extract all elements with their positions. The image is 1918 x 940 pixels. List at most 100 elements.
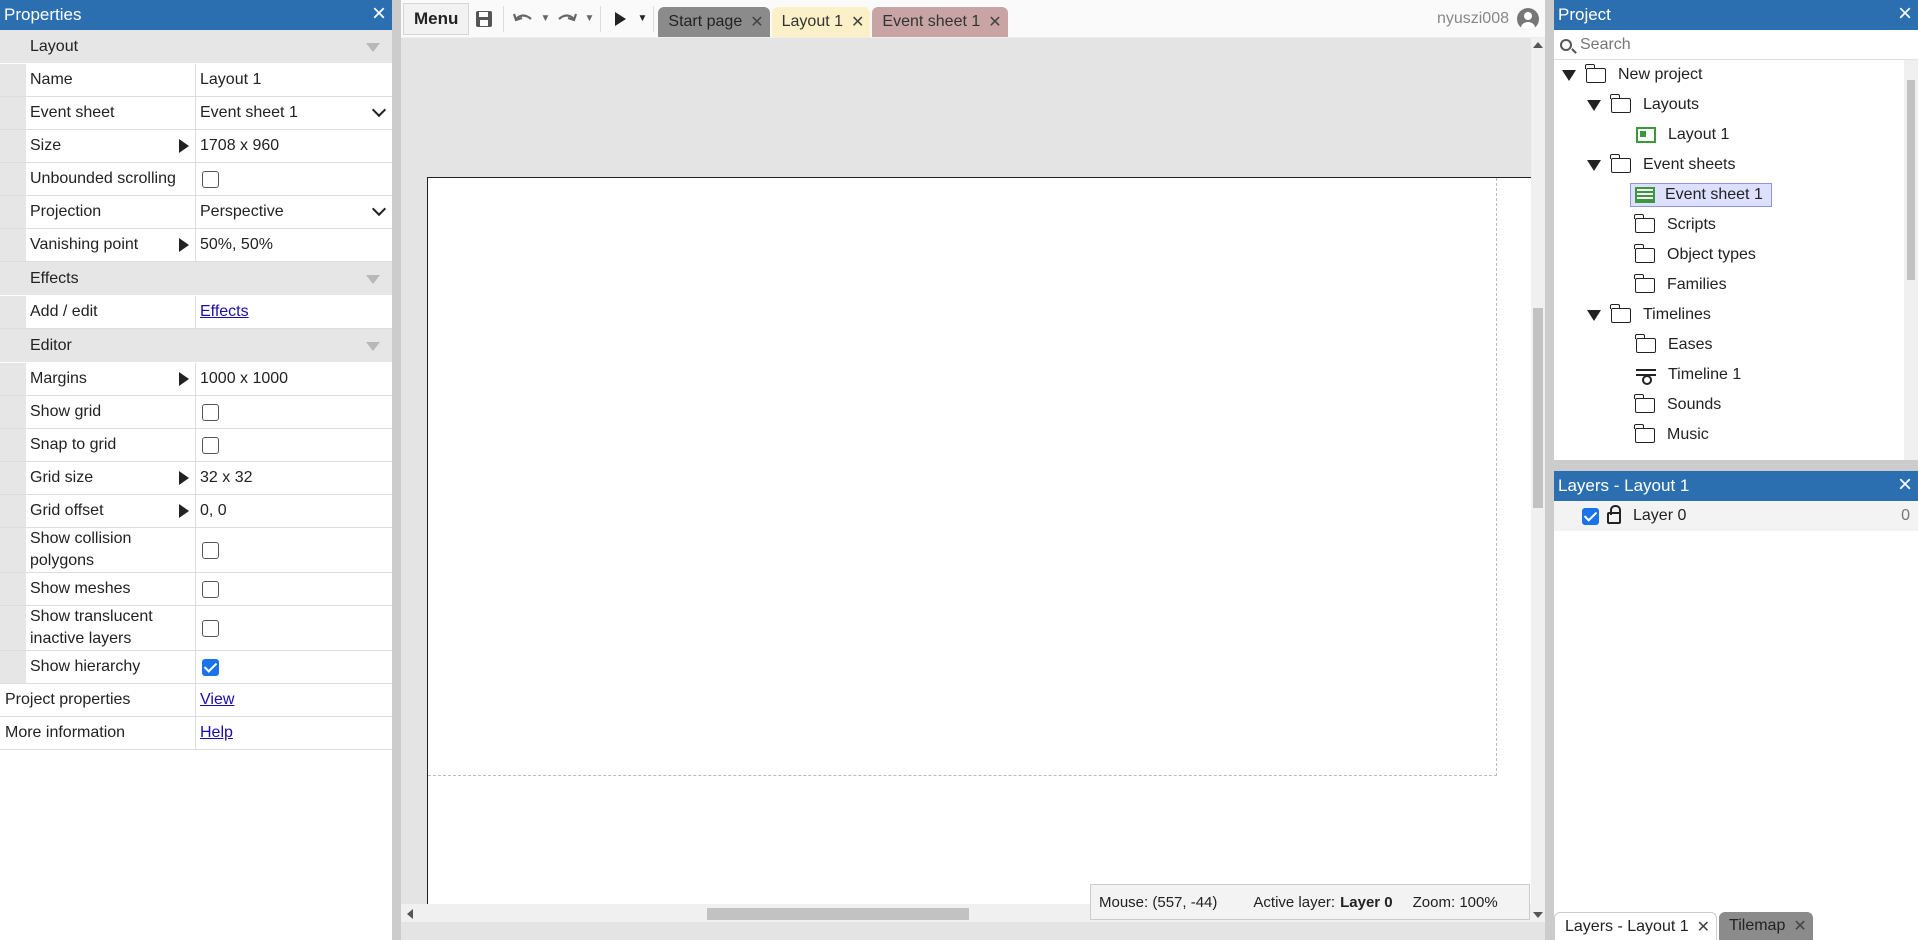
prop-row-grid-size: Grid size 32 x 32 [0, 462, 392, 495]
tab-label: Tilemap [1729, 917, 1786, 934]
event-sheet-select[interactable]: Event sheet 1 [196, 97, 392, 129]
tab-layout-1[interactable]: Layout 1 ✕ [771, 6, 871, 37]
tree-item-eases[interactable]: Eases [1554, 330, 1918, 360]
close-tab-icon[interactable]: ✕ [1697, 917, 1710, 937]
project-search-input[interactable]: Search [1554, 30, 1918, 60]
scroll-thumb[interactable] [707, 908, 969, 920]
view-link[interactable]: View [200, 691, 234, 709]
menu-button[interactable]: Menu [403, 2, 470, 35]
layer-row[interactable]: Layer 0 0 [1554, 501, 1918, 531]
collapse-icon[interactable] [366, 275, 380, 284]
prop-label: Show translucent inactive layers [0, 606, 196, 650]
tab-event-sheet-1[interactable]: Event sheet 1 ✕ [872, 6, 1008, 37]
section-editor[interactable]: Editor [0, 329, 392, 363]
prop-row-grid-offset: Grid offset 0, 0 [0, 495, 392, 528]
collapse-icon[interactable] [366, 43, 380, 52]
expand-icon[interactable] [179, 238, 189, 252]
tree-item-root[interactable]: New project [1554, 60, 1918, 90]
tree-item-music[interactable]: Music [1554, 420, 1918, 450]
redo-dropdown-icon[interactable]: ▼ [582, 13, 596, 24]
panel-splitter[interactable] [1554, 460, 1918, 471]
show-grid-checkbox[interactable] [202, 403, 219, 421]
section-effects[interactable]: Effects [0, 262, 392, 296]
scroll-left-icon[interactable] [407, 909, 413, 919]
scroll-up-icon[interactable] [1533, 42, 1543, 48]
expand-caret-icon[interactable] [1587, 99, 1601, 111]
show-translucent-checkbox[interactable] [202, 619, 219, 637]
show-meshes-checkbox[interactable] [202, 580, 219, 598]
name-field[interactable]: Layout 1 [196, 64, 392, 96]
effects-link[interactable]: Effects [200, 303, 249, 321]
tree-item-timelines[interactable]: Timelines [1554, 300, 1918, 330]
tab-layers[interactable]: Layers - Layout 1 ✕ [1554, 912, 1718, 940]
unbounded-scrolling-checkbox[interactable] [202, 170, 219, 188]
expand-caret-icon[interactable] [1587, 159, 1601, 171]
zoom-level: Zoom: 100% [1412, 893, 1498, 911]
layers-header: Layers - Layout 1 × [1554, 471, 1918, 501]
close-tab-icon[interactable]: ✕ [750, 12, 763, 32]
tree-item-scripts[interactable]: Scripts [1554, 210, 1918, 240]
layout-viewport[interactable] [401, 38, 1531, 922]
tab-tilemap[interactable]: Tilemap ✕ [1719, 912, 1813, 940]
prop-row-translucent: Show translucent inactive layers [0, 606, 392, 651]
folder-icon [1610, 153, 1631, 173]
play-icon[interactable] [605, 3, 635, 35]
layer-visible-checkbox[interactable] [1582, 507, 1599, 525]
expand-caret-icon[interactable] [1562, 69, 1576, 81]
show-hierarchy-checkbox[interactable] [202, 658, 219, 676]
help-link[interactable]: Help [200, 724, 233, 742]
toolbar-separator [600, 5, 602, 32]
user-account[interactable]: nyuszi008 [1437, 7, 1539, 30]
expand-icon[interactable] [179, 504, 189, 518]
tree-scrollbar[interactable] [1904, 60, 1918, 460]
size-field[interactable]: 1708 x 960 [196, 130, 392, 162]
close-icon[interactable]: × [1898, 2, 1912, 26]
lock-icon[interactable] [1607, 505, 1621, 524]
tree-item-timeline-1[interactable]: Timeline 1 [1554, 360, 1918, 390]
vanishing-point-field[interactable]: 50%, 50% [196, 229, 392, 261]
close-tab-icon[interactable]: ✕ [1793, 916, 1806, 936]
tree-item-event-sheets[interactable]: Event sheets [1554, 150, 1918, 180]
expand-icon[interactable] [179, 471, 189, 485]
tree-item-layout-1[interactable]: Layout 1 [1554, 120, 1918, 150]
expand-caret-icon[interactable] [1587, 309, 1601, 321]
tree-item-layouts[interactable]: Layouts [1554, 90, 1918, 120]
tree-item-families[interactable]: Families [1554, 270, 1918, 300]
scroll-down-icon[interactable] [1533, 912, 1543, 918]
left-splitter[interactable] [392, 0, 401, 940]
snap-to-grid-checkbox[interactable] [202, 436, 219, 454]
close-tab-icon[interactable]: ✕ [851, 12, 864, 32]
status-bar: Mouse: (557, -44) Active layer: Layer 0 … [1090, 884, 1530, 920]
tree-item-sounds[interactable]: Sounds [1554, 390, 1918, 420]
expand-icon[interactable] [179, 372, 189, 386]
prop-label: Size [0, 130, 196, 162]
redo-icon[interactable] [552, 3, 582, 35]
project-tree: New project Layouts Layout 1 Event sheet… [1554, 60, 1918, 460]
close-tab-icon[interactable]: ✕ [988, 12, 1001, 32]
vertical-scrollbar[interactable] [1531, 38, 1545, 922]
undo-dropdown-icon[interactable]: ▼ [538, 13, 552, 24]
tree-item-event-sheet-1[interactable]: Event sheet 1 [1554, 180, 1918, 210]
right-splitter[interactable] [1545, 0, 1554, 940]
selected-item[interactable]: Event sheet 1 [1630, 183, 1772, 207]
tree-item-object-types[interactable]: Object types [1554, 240, 1918, 270]
section-layout[interactable]: Layout [0, 30, 392, 64]
prop-label: Event sheet [0, 97, 196, 129]
scroll-thumb[interactable] [1907, 80, 1915, 280]
show-collision-polygons-checkbox[interactable] [202, 541, 219, 559]
play-dropdown-icon[interactable]: ▼ [635, 13, 649, 24]
grid-size-field[interactable]: 32 x 32 [196, 462, 392, 494]
close-icon[interactable]: × [1898, 473, 1912, 497]
prop-label: Grid offset [0, 495, 196, 527]
collapse-icon[interactable] [366, 342, 380, 351]
projection-select[interactable]: Perspective [196, 196, 392, 228]
save-icon[interactable] [469, 3, 499, 35]
scroll-thumb[interactable] [1533, 308, 1543, 508]
tab-start-page[interactable]: Start page ✕ [658, 6, 770, 37]
layout-canvas[interactable] [427, 177, 1531, 922]
close-icon[interactable]: × [372, 2, 386, 26]
grid-offset-field[interactable]: 0, 0 [196, 495, 392, 527]
margins-field[interactable]: 1000 x 1000 [196, 363, 392, 395]
undo-icon[interactable] [508, 3, 538, 35]
expand-icon[interactable] [179, 139, 189, 153]
